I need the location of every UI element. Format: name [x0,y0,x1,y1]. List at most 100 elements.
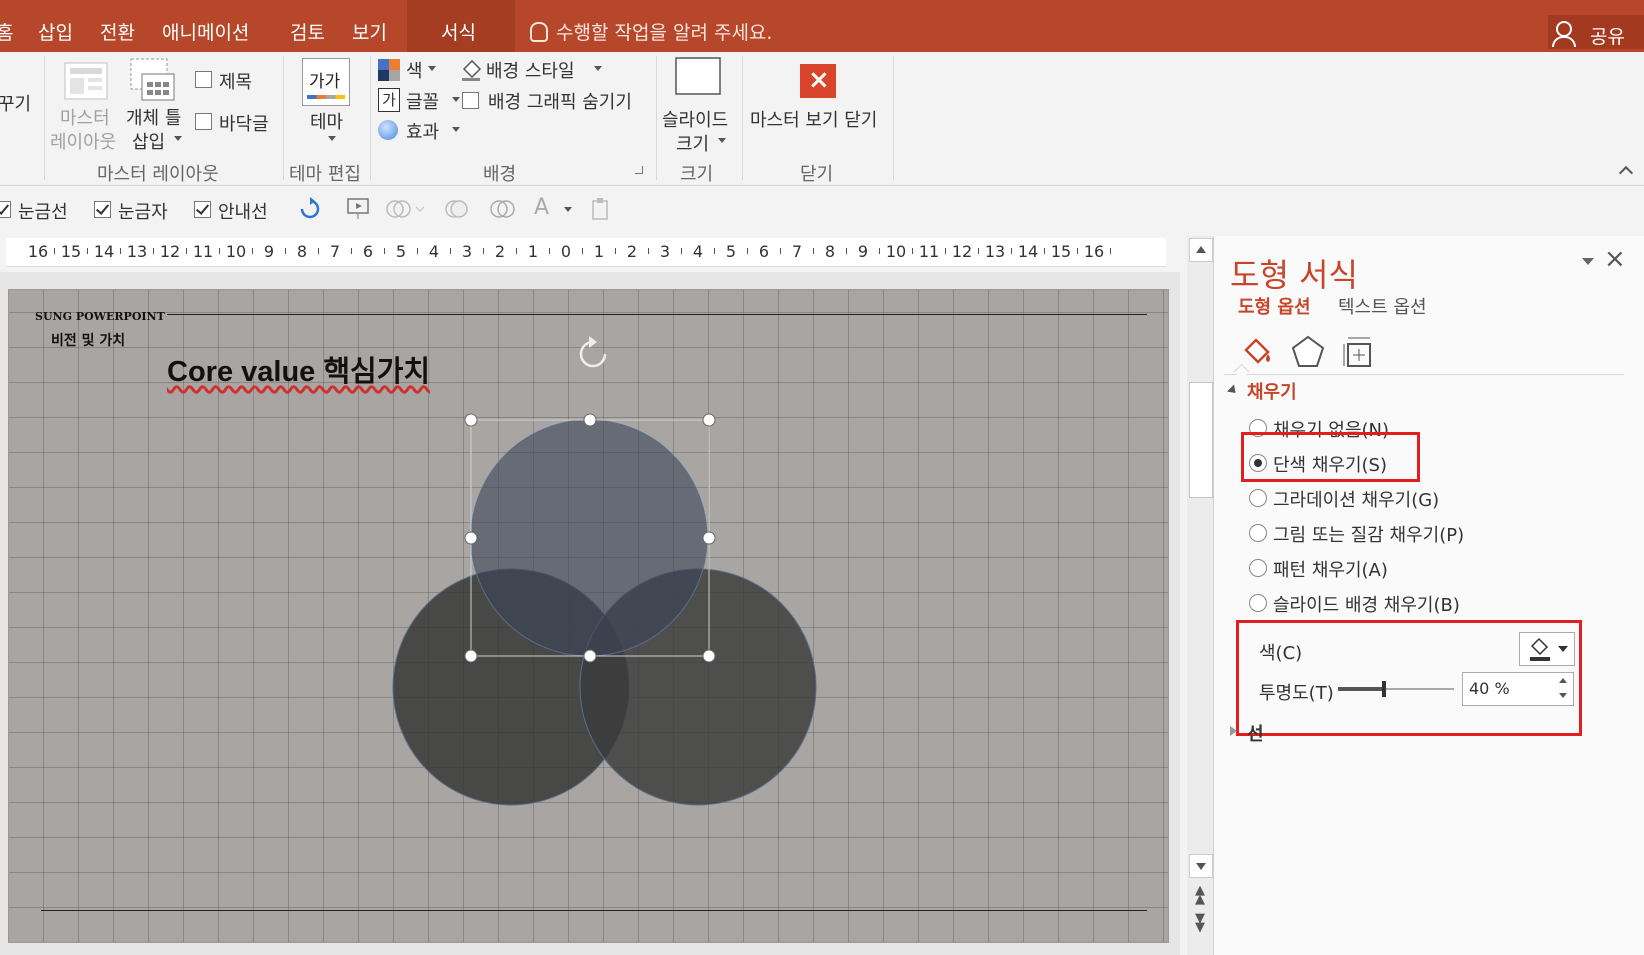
view-toolbar: 눈금선 눈금자 안내선 A [0,186,1644,232]
ruler-tick-label: 1 [593,242,605,261]
radio-pattern-fill[interactable] [1249,559,1267,577]
tab-format[interactable]: 서식 [407,0,515,52]
slide-canvas[interactable]: SUNG POWERPOINT 비전 및 가치 Core value 핵심가치 [8,289,1169,943]
previous-slide-button[interactable]: ▲ ▲ [1193,884,1207,906]
radio-gradient-fill[interactable] [1249,489,1267,507]
tell-me-box[interactable]: 수행할 작업을 알려 주세요. [530,18,772,45]
lightbulb-icon [530,22,548,42]
collapse-ribbon-icon[interactable] [1618,165,1634,181]
pane-options-icon[interactable] [1582,258,1594,265]
tab-text-options[interactable]: 텍스트 옵션 [1338,293,1427,319]
ruler-tick-label: 5 [725,242,737,261]
gridlines-checkbox[interactable] [0,201,11,218]
slide-size-button-line2: 크기 [676,134,710,155]
ruler-minor-tick [120,248,121,254]
tab-insert[interactable]: 삽입 [38,18,73,45]
picture-fill-label: 그림 또는 질감 채우기(P) [1273,525,1465,546]
master-layout-button-line2: 레이아웃 [50,132,117,153]
theme-icon-text: 가가 [309,72,341,92]
chevron-down-icon [718,138,726,143]
close-pane-icon[interactable]: × [1604,244,1626,274]
ruler-minor-tick [945,248,946,254]
ruler-checkbox[interactable] [94,201,111,218]
ribbon: 꾸기 마스터 레이아웃 개체 틀 삽입 제목 바닥글 마스터 레이아웃 가가 테… [0,52,1644,186]
ruler-minor-tick [846,248,847,254]
close-master-view-button[interactable]: 마스터 보기 닫기 [750,106,877,132]
gridlines-label: 눈금선 [18,202,68,223]
ribbon-partial-button[interactable]: 꾸기 [0,90,31,116]
tab-review[interactable]: 검토 [290,18,325,45]
scroll-down-button[interactable] [1189,854,1213,878]
theme-button[interactable]: 가가 [302,58,350,106]
ruler-minor-tick [285,248,286,254]
ruler-tick-label: 16 [1083,242,1105,261]
ribbon-tab-bar: 홈 삽입 전환 애니메이션 검토 보기 서식 수행할 작업을 알려 주세요. 공… [0,0,1644,52]
resize-handle[interactable] [464,413,478,427]
radio-picture-fill[interactable] [1249,524,1267,542]
chevron-down-icon [452,127,460,132]
collapse-triangle-icon[interactable] [1226,384,1240,397]
slide-background-fill-label: 슬라이드 배경 채우기(B) [1273,595,1460,616]
hide-background-checkbox[interactable] [462,92,479,109]
chevron-down-icon [174,136,182,141]
footer-checkbox[interactable] [195,113,212,130]
person-icon [1552,21,1576,47]
pattern-fill-label: 패턴 채우기(A) [1273,560,1388,581]
share-button[interactable]: 공유 [1548,15,1644,49]
tab-transitions[interactable]: 전환 [100,18,135,45]
fill-line-icon[interactable] [1240,336,1276,370]
ruler-tick-label: 7 [329,242,341,261]
resize-handle[interactable] [583,413,597,427]
ruler-tick-label: 15 [1050,242,1072,261]
master-layout-button[interactable]: 마스터 [60,104,110,130]
fonts-label: 글꼴 [406,92,440,113]
resize-handle[interactable] [702,531,716,545]
radio-slide-background-fill[interactable] [1249,594,1267,612]
insert-placeholder-button[interactable]: 개체 틀 [126,104,181,130]
resize-handle[interactable] [464,531,478,545]
resize-handle[interactable] [464,649,478,663]
expand-triangle-icon[interactable] [1230,726,1237,736]
master-layout-icon [64,62,108,100]
vertical-scrollbar[interactable]: ▲ ▲ ▼ ▼ [1187,236,1213,955]
ruler-tick-label: 15 [60,242,82,261]
venn-circle-top[interactable] [470,419,708,657]
ruler-minor-tick [483,248,484,254]
ruler-tick-label: 14 [93,242,115,261]
dialog-launcher-icon[interactable] [635,166,643,174]
resize-handle[interactable] [702,413,716,427]
ruler-tick-label: 13 [126,242,148,261]
slide-size-button[interactable]: 슬라이드 [662,106,728,132]
scroll-up-button[interactable] [1189,238,1213,262]
tab-home[interactable]: 홈 [0,18,13,45]
ruler-minor-tick [615,248,616,254]
slideshow-icon[interactable] [346,197,374,221]
effects-pentagon-icon[interactable] [1290,334,1326,370]
next-slide-button[interactable]: ▼ ▼ [1193,912,1207,934]
rotate-handle-icon[interactable] [579,336,607,368]
ruler-minor-tick [1077,248,1078,254]
scroll-thumb[interactable] [1189,382,1213,498]
ruler-tick-label: 12 [159,242,181,261]
size-properties-icon[interactable] [1342,334,1376,370]
undo-icon[interactable] [298,197,322,221]
tab-shape-options[interactable]: 도형 옵션 [1238,293,1311,319]
ruler-minor-tick [252,248,253,254]
line-section-header[interactable]: 선 [1247,720,1264,746]
ruler-minor-tick [978,248,979,254]
tab-animations[interactable]: 애니메이션 [162,18,249,45]
group-label-size: 크기 [680,164,714,185]
title-checkbox[interactable] [195,71,212,88]
resize-handle[interactable] [702,649,716,663]
ruler-tick-label: 11 [918,242,940,261]
background-styles-label: 배경 스타일 [486,61,575,82]
ruler-minor-tick [714,248,715,254]
guides-checkbox[interactable] [194,201,211,218]
tab-view[interactable]: 보기 [352,18,387,45]
ruler-minor-tick [54,248,55,254]
fill-section-header[interactable]: 채우기 [1247,378,1297,404]
resize-handle[interactable] [583,649,597,663]
ruler-tick-label: 9 [857,242,869,261]
highlight-color-transparency [1236,620,1582,736]
palette-icon [378,59,400,81]
